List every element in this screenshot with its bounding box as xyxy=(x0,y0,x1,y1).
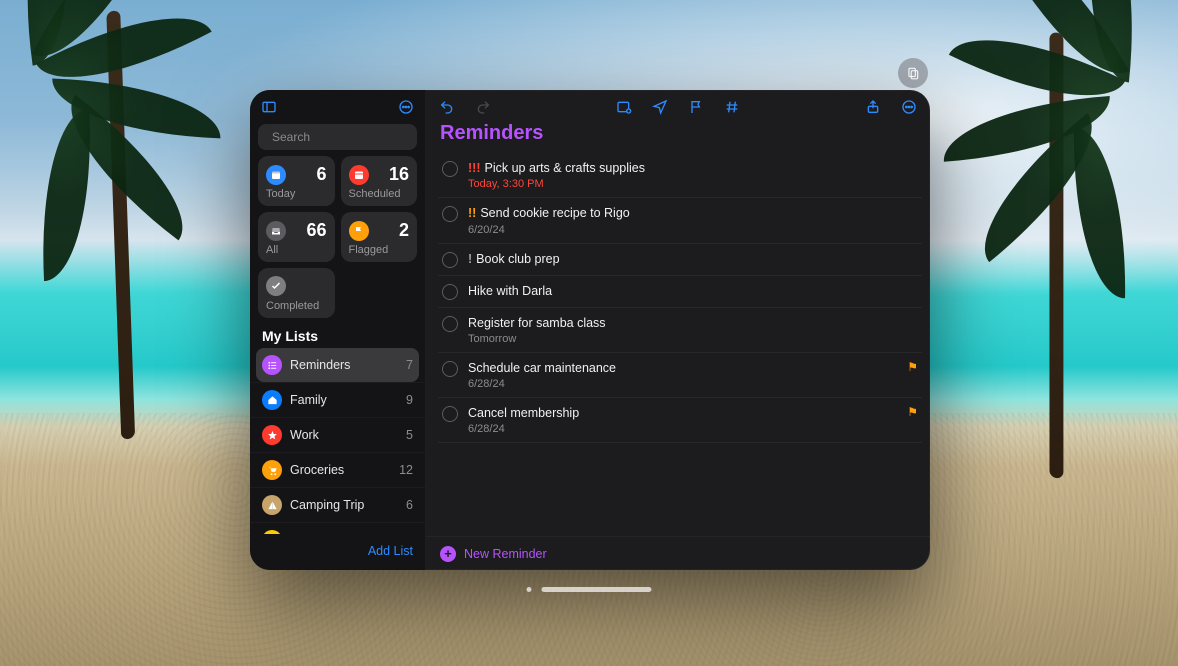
search-input[interactable] xyxy=(272,130,427,144)
window-controls-pill[interactable] xyxy=(898,58,928,88)
reminder-title: Register for samba class xyxy=(468,315,918,331)
complete-toggle[interactable] xyxy=(442,406,458,422)
list-icon xyxy=(262,460,282,480)
toolbar xyxy=(426,90,930,118)
calendar-icon xyxy=(349,165,369,185)
search-field[interactable] xyxy=(258,124,417,150)
completed-label: Completed xyxy=(266,300,327,312)
new-reminder-button[interactable]: + New Reminder xyxy=(426,536,930,570)
flagged-label: Flagged xyxy=(349,244,410,256)
list-row-family[interactable]: Family 9 xyxy=(250,382,425,417)
list-name: Groceries xyxy=(290,463,344,477)
reminders-list: !!!Pick up arts & crafts supplies Today, … xyxy=(426,153,930,536)
add-location-icon[interactable] xyxy=(649,96,671,118)
reminder-subtitle: Tomorrow xyxy=(468,333,918,345)
my-lists-heading: My Lists xyxy=(250,318,425,348)
checkmark-icon xyxy=(266,276,286,296)
list-name: Work xyxy=(290,428,319,442)
redo-icon xyxy=(472,96,494,118)
list-count: 9 xyxy=(406,393,413,407)
smart-list-scheduled[interactable]: 16 Scheduled xyxy=(341,156,418,206)
list-icon xyxy=(262,390,282,410)
list-row-camping-trip[interactable]: Camping Trip 6 xyxy=(250,487,425,522)
undo-icon[interactable] xyxy=(436,96,458,118)
scheduled-label: Scheduled xyxy=(349,188,410,200)
list-row-reminders[interactable]: Reminders 7 xyxy=(256,348,419,382)
plus-icon: + xyxy=(440,546,456,562)
sidebar-more-icon[interactable] xyxy=(395,96,417,118)
list-icon xyxy=(262,355,282,375)
list-name: Camping Trip xyxy=(290,498,364,512)
priority-indicator: !! xyxy=(468,206,476,220)
reminder-subtitle: 6/28/24 xyxy=(468,378,891,390)
more-icon[interactable] xyxy=(898,96,920,118)
reminder-item[interactable]: Register for samba class Tomorrow xyxy=(438,308,922,353)
today-label: Today xyxy=(266,188,327,200)
complete-toggle[interactable] xyxy=(442,361,458,377)
reminder-subtitle: 6/20/24 xyxy=(468,224,918,236)
list-icon xyxy=(262,425,282,445)
list-icon xyxy=(262,495,282,515)
smart-list-completed[interactable]: Completed xyxy=(258,268,335,318)
priority-indicator: !!! xyxy=(468,161,481,175)
add-list-button[interactable]: Add List xyxy=(368,544,413,558)
home-indicator[interactable] xyxy=(527,587,652,592)
list-count: 7 xyxy=(406,358,413,372)
priority-indicator: ! xyxy=(468,252,472,266)
reminder-title: Cancel membership xyxy=(468,405,891,421)
reminder-title: !Book club prep xyxy=(468,251,918,267)
add-flag-icon[interactable] xyxy=(685,96,707,118)
calendar-today-icon xyxy=(266,165,286,185)
list-count: 6 xyxy=(406,498,413,512)
all-label: All xyxy=(266,244,327,256)
reminder-item[interactable]: !Book club prep xyxy=(438,244,922,276)
list-count: 5 xyxy=(406,428,413,442)
scheduled-count: 16 xyxy=(389,164,409,185)
complete-toggle[interactable] xyxy=(442,206,458,222)
complete-toggle[interactable] xyxy=(442,284,458,300)
reminder-title: !!Send cookie recipe to Rigo xyxy=(468,205,918,221)
list-title: Reminders xyxy=(426,118,930,153)
new-reminder-label: New Reminder xyxy=(464,547,547,561)
all-count: 66 xyxy=(306,220,326,241)
flagged-count: 2 xyxy=(399,220,409,241)
reminder-item[interactable]: !!Send cookie recipe to Rigo 6/20/24 xyxy=(438,198,922,243)
toggle-sidebar-icon[interactable] xyxy=(258,96,280,118)
reminder-item[interactable]: Hike with Darla xyxy=(438,276,922,308)
reminder-item[interactable]: !!!Pick up arts & crafts supplies Today, … xyxy=(438,153,922,198)
list-row-work[interactable]: Work 5 xyxy=(250,417,425,452)
smart-list-flagged[interactable]: 2 Flagged xyxy=(341,212,418,262)
flag-icon[interactable]: ⚑ xyxy=(907,405,918,435)
complete-toggle[interactable] xyxy=(442,252,458,268)
list-name: Family xyxy=(290,393,327,407)
smart-list-today[interactable]: 6 Today xyxy=(258,156,335,206)
list-row-groceries[interactable]: Groceries 12 xyxy=(250,452,425,487)
list-row-book-club[interactable]: Book Club5 xyxy=(250,522,425,534)
reminder-subtitle: 6/28/24 xyxy=(468,423,891,435)
today-count: 6 xyxy=(316,164,326,185)
complete-toggle[interactable] xyxy=(442,161,458,177)
complete-toggle[interactable] xyxy=(442,316,458,332)
share-icon[interactable] xyxy=(862,96,884,118)
sidebar: 6 Today 16 Scheduled 66 xyxy=(250,90,426,570)
tray-icon xyxy=(266,221,286,241)
flag-icon xyxy=(349,221,369,241)
my-lists: Reminders 7 Family 9 Work 5 Groceries 12 Camping… xyxy=(250,348,425,534)
reminder-subtitle: Today, 3:30 PM xyxy=(468,178,918,190)
reminder-item[interactable]: Cancel membership 6/28/24 ⚑ xyxy=(438,398,922,443)
reminder-item[interactable]: Schedule car maintenance 6/28/24 ⚑ xyxy=(438,353,922,398)
main-panel: Reminders !!!Pick up arts & crafts suppl… xyxy=(426,90,930,570)
list-name: Reminders xyxy=(290,358,350,372)
list-count: 12 xyxy=(399,463,413,477)
reminder-title: Hike with Darla xyxy=(468,283,918,299)
reminder-title: !!!Pick up arts & crafts supplies xyxy=(468,160,918,176)
add-date-icon[interactable] xyxy=(613,96,635,118)
reminder-title: Schedule car maintenance xyxy=(468,360,891,376)
flag-icon[interactable]: ⚑ xyxy=(907,360,918,390)
reminders-window: 6 Today 16 Scheduled 66 xyxy=(250,90,930,570)
add-tag-icon[interactable] xyxy=(721,96,743,118)
smart-list-all[interactable]: 66 All xyxy=(258,212,335,262)
